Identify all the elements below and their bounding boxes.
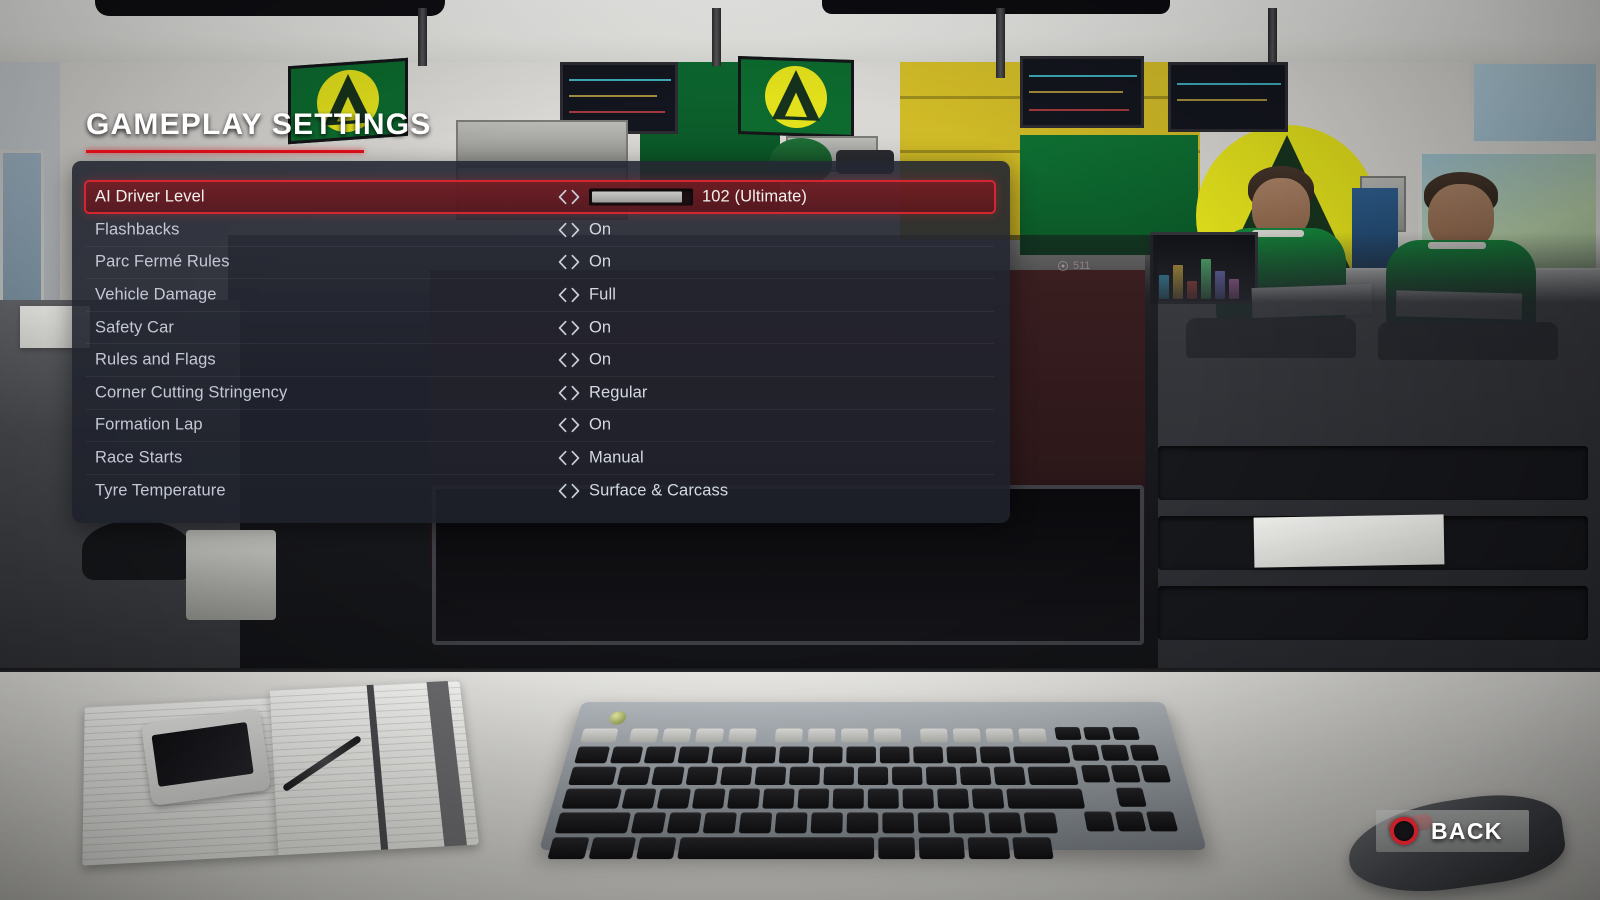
chevron-right-icon <box>571 222 580 237</box>
setting-label: Vehicle Damage <box>95 285 217 304</box>
setting-row[interactable]: Vehicle Damage Full <box>86 279 994 312</box>
setting-label: Flashbacks <box>95 220 180 239</box>
setting-label: Corner Cutting Stringency <box>95 383 288 402</box>
setting-value: On <box>589 415 612 434</box>
chevron-right-icon <box>571 255 580 270</box>
setting-label: Race Starts <box>95 448 183 467</box>
setting-label: Tyre Temperature <box>95 481 226 500</box>
setting-control[interactable]: Full <box>558 285 616 304</box>
setting-control[interactable]: On <box>558 318 611 337</box>
stepper-arrows[interactable] <box>558 385 580 400</box>
setting-value: Surface & Carcass <box>589 481 729 500</box>
setting-control[interactable]: On <box>558 416 611 435</box>
hud-counter-value: 511 <box>1073 260 1091 272</box>
page-title: GAMEPLAY SETTINGS <box>86 108 432 141</box>
hud-counter: 511 <box>1058 260 1091 272</box>
stepper-arrows[interactable] <box>558 320 580 335</box>
game-screen: GAMEPLAY SETTINGS 511 AI Driver Level 10… <box>0 0 1600 900</box>
chevron-right-icon <box>571 353 580 368</box>
setting-control[interactable]: Regular <box>558 383 647 402</box>
setting-label: Rules and Flags <box>95 350 216 369</box>
setting-value: Regular <box>589 383 648 402</box>
chevron-left-icon <box>558 222 567 237</box>
chevron-left-icon <box>558 483 567 499</box>
setting-row[interactable]: Parc Fermé Rules On <box>86 247 994 280</box>
chevron-left-icon <box>558 287 567 303</box>
chevron-right-icon <box>571 320 580 335</box>
setting-control[interactable]: On <box>558 351 611 370</box>
chevron-left-icon <box>558 189 567 205</box>
chevron-left-icon <box>558 450 567 466</box>
setting-value: On <box>589 350 612 369</box>
setting-control[interactable]: On <box>558 220 611 239</box>
setting-value: Manual <box>589 448 644 467</box>
chevron-right-icon <box>571 483 580 499</box>
setting-label: AI Driver Level <box>95 187 205 206</box>
setting-control[interactable]: Manual <box>558 448 644 467</box>
setting-row[interactable]: Safety Car On <box>86 312 994 345</box>
title-underline <box>86 150 364 153</box>
setting-row[interactable]: Tyre Temperature Surface & Carcass <box>86 475 994 508</box>
setting-label: Formation Lap <box>95 415 203 434</box>
circle-button-icon <box>1390 817 1418 845</box>
chevron-right-icon <box>571 385 580 400</box>
setting-control[interactable]: Surface & Carcass <box>558 482 728 501</box>
gameplay-settings-panel: AI Driver Level 102 (Ultimate) Flashbacks… <box>72 161 1010 523</box>
setting-row[interactable]: Formation Lap On <box>86 410 994 443</box>
slider-fill <box>592 191 683 203</box>
stepper-arrows[interactable] <box>558 189 580 205</box>
setting-value: 102 (Ultimate) <box>702 187 808 206</box>
setting-value: Full <box>589 285 616 304</box>
setting-control[interactable]: On <box>558 253 611 272</box>
chevron-left-icon <box>558 353 567 368</box>
back-button-label: BACK <box>1431 817 1503 844</box>
setting-label: Parc Fermé Rules <box>95 252 230 271</box>
hud-target-icon <box>1058 261 1068 271</box>
stepper-arrows[interactable] <box>558 353 580 368</box>
setting-value: On <box>589 252 612 271</box>
setting-control[interactable]: 102 (Ultimate) <box>558 188 807 207</box>
setting-row[interactable]: Flashbacks On <box>86 214 994 247</box>
stepper-arrows[interactable] <box>558 287 580 303</box>
stepper-arrows[interactable] <box>558 418 580 433</box>
stepper-arrows[interactable] <box>558 483 580 499</box>
back-button[interactable]: BACK <box>1376 810 1529 852</box>
chevron-left-icon <box>558 418 567 433</box>
chevron-right-icon <box>571 418 580 433</box>
stepper-arrows[interactable] <box>558 222 580 237</box>
chevron-left-icon <box>558 320 567 335</box>
chevron-right-icon <box>571 287 580 303</box>
ai-level-slider[interactable] <box>589 188 693 206</box>
stepper-arrows[interactable] <box>558 255 580 270</box>
stepper-arrows[interactable] <box>558 450 580 466</box>
setting-label: Safety Car <box>95 318 174 337</box>
chevron-left-icon <box>558 255 567 270</box>
settings-row-list: AI Driver Level 102 (Ultimate) Flashbacks… <box>84 180 996 508</box>
setting-row[interactable]: Rules and Flags On <box>86 344 994 377</box>
chevron-left-icon <box>558 385 567 400</box>
setting-value: On <box>589 220 612 239</box>
chevron-right-icon <box>571 189 580 205</box>
setting-value: On <box>589 318 612 337</box>
settings-ui-overlay: GAMEPLAY SETTINGS 511 AI Driver Level 10… <box>0 0 1600 900</box>
chevron-right-icon <box>571 450 580 466</box>
setting-row[interactable]: Corner Cutting Stringency Regular <box>86 377 994 410</box>
setting-row[interactable]: Race Starts Manual <box>86 442 994 475</box>
setting-row[interactable]: AI Driver Level 102 (Ultimate) <box>84 180 996 214</box>
